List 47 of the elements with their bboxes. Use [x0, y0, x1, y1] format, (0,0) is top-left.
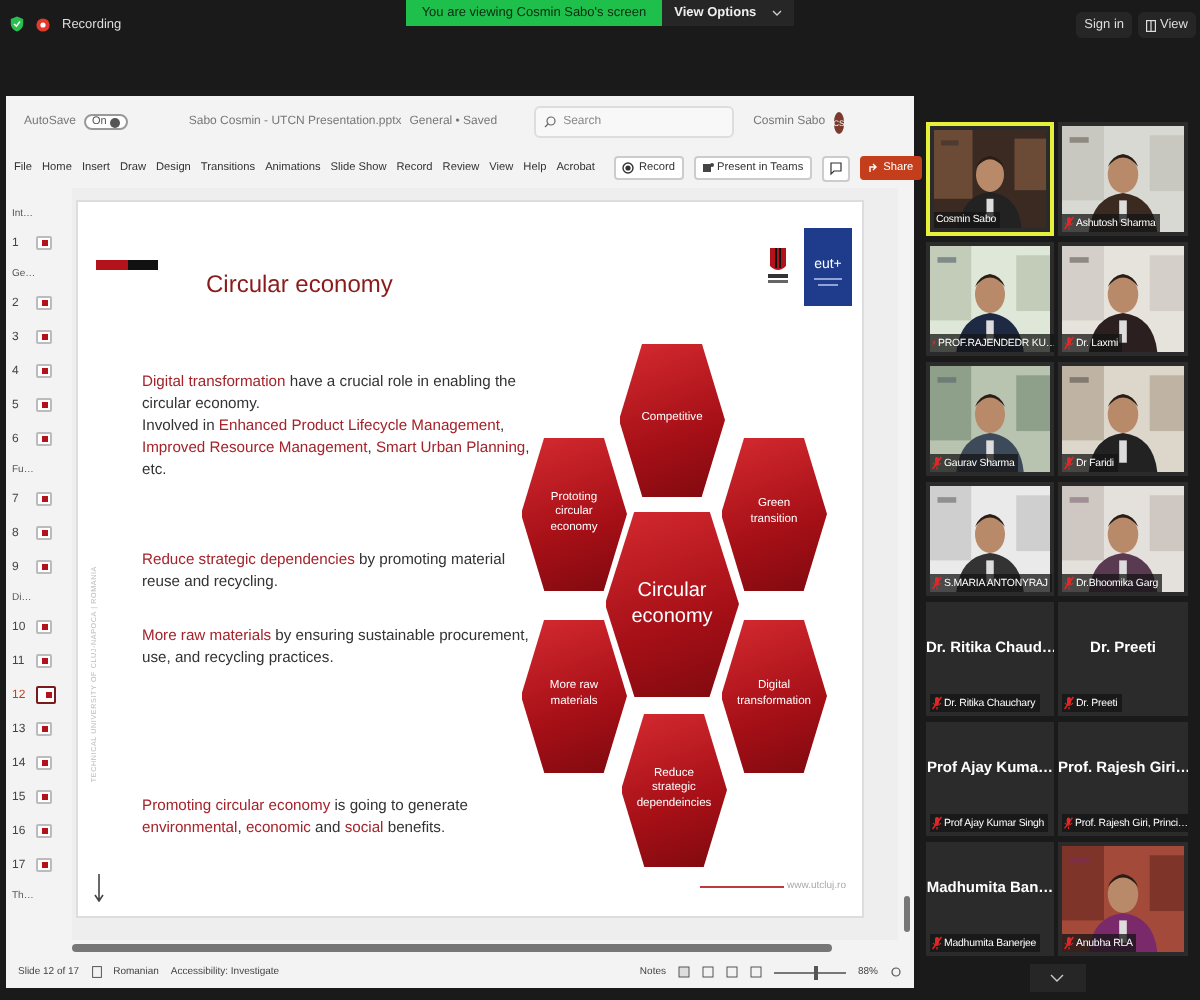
slide-thumbnail[interactable]	[36, 756, 52, 770]
muted-mic-icon	[1064, 696, 1074, 710]
muted-mic-icon	[1064, 936, 1074, 950]
slide-thumbnail[interactable]	[36, 330, 52, 344]
slide-title: Circular economy	[206, 270, 393, 298]
slide-thumbnail[interactable]	[36, 560, 52, 574]
recording-dot-icon	[36, 17, 50, 31]
muted-mic-icon	[932, 696, 942, 710]
muted-mic-icon	[932, 456, 942, 470]
down-arrow-icon	[94, 874, 104, 902]
slide-thumbnail[interactable]	[36, 364, 52, 378]
next-page-button[interactable]	[1029, 964, 1085, 992]
search-icon	[543, 116, 556, 128]
chevron-down-icon	[1050, 974, 1064, 982]
notes-page-icon[interactable]	[91, 966, 102, 978]
muted-mic-icon	[932, 816, 942, 830]
muted-mic-icon	[932, 936, 942, 950]
teams-icon	[701, 162, 714, 174]
slide-thumbnail[interactable]	[36, 790, 52, 804]
shield-icon[interactable]	[10, 16, 24, 32]
slide-thumbnail[interactable]	[36, 492, 52, 506]
slide-thumbnail[interactable]	[36, 722, 52, 736]
record-icon	[622, 162, 635, 174]
slide-thumbnail[interactable]	[36, 432, 52, 446]
comment-button[interactable]	[821, 155, 850, 181]
fit-slide-icon[interactable]	[890, 966, 902, 978]
grid-icon	[1146, 19, 1157, 31]
slide-thumbnail[interactable]	[36, 824, 52, 838]
muted-mic-icon	[1064, 216, 1074, 230]
muted-mic-icon	[1064, 576, 1074, 590]
slide-thumbnail[interactable]	[36, 236, 52, 250]
slide-thumbnail[interactable]	[36, 398, 52, 412]
share-icon	[867, 162, 880, 174]
comment-icon	[829, 161, 842, 175]
muted-mic-icon	[1064, 336, 1074, 350]
muted-mic-icon	[1064, 816, 1073, 830]
horizontal-scrollbar[interactable]	[72, 944, 832, 952]
slide-thumbnail[interactable]	[36, 654, 52, 668]
slide-thumbnail[interactable]	[36, 296, 52, 310]
slide-thumbnail[interactable]	[36, 620, 52, 634]
muted-mic-icon	[932, 576, 942, 590]
slide-thumbnail[interactable]	[36, 858, 52, 872]
slide-thumbnail[interactable]	[36, 526, 52, 540]
caret-icon	[772, 10, 783, 16]
slide-thumbnail[interactable]	[36, 686, 56, 704]
accent-bar	[96, 260, 158, 270]
muted-mic-icon	[1064, 456, 1074, 470]
